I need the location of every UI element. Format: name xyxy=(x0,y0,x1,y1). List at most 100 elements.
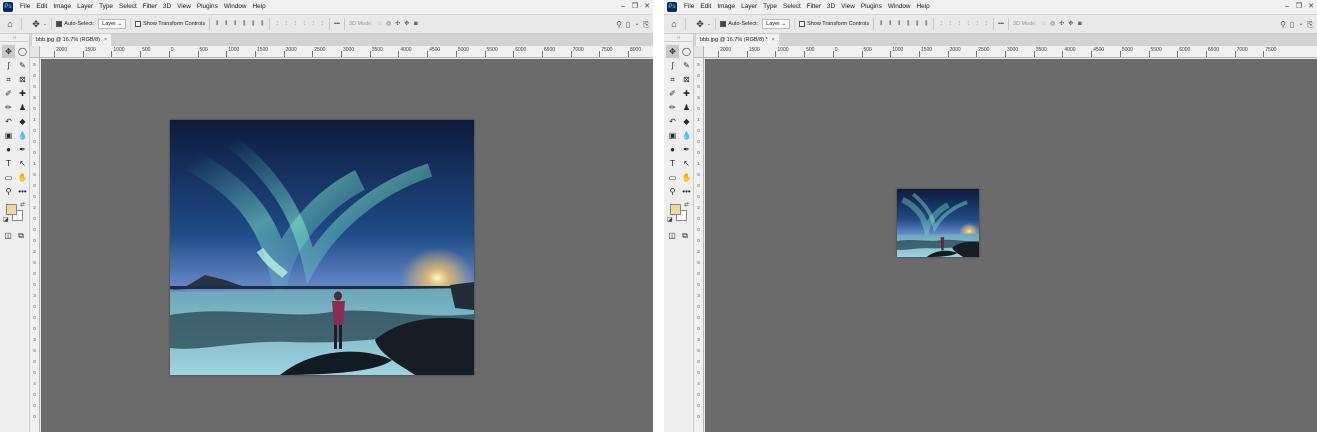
magic-wand-tool-icon[interactable]: ✎ xyxy=(16,59,29,72)
vertical-ruler[interactable]: 5 0 0 5 0 1 0 0 0 1 5 0 0 2 0 0 0 2 5 0 0 3 0 0 0 3 5 0 0 4 0 0 0 xyxy=(694,58,704,432)
menu-type[interactable]: Type xyxy=(760,0,780,14)
3d-roll-icon[interactable]: ◎ xyxy=(1050,21,1056,28)
menu-type[interactable]: Type xyxy=(96,0,116,14)
blur-tool-icon[interactable]: 💧 xyxy=(16,129,29,142)
menu-view[interactable]: View xyxy=(174,0,194,14)
path-selection-tool-icon[interactable]: ↖ xyxy=(680,157,693,170)
auto-select-checkbox[interactable] xyxy=(56,21,63,27)
ruler-origin[interactable] xyxy=(30,46,40,58)
auto-select-target-dropdown[interactable]: Layer ⌄ xyxy=(762,19,791,29)
menu-3d[interactable]: 3D xyxy=(824,0,838,14)
clone-stamp-tool-icon[interactable]: ♟ xyxy=(16,101,29,114)
vertical-ruler[interactable]: 5 0 0 5 0 1 0 0 0 1 5 0 0 2 0 0 0 2 5 0 0 3 0 0 0 3 5 0 0 4 0 0 0 xyxy=(30,58,40,432)
lasso-tool-icon[interactable]: ʃ xyxy=(2,59,15,72)
chevron-down-icon[interactable]: ⌄ xyxy=(43,21,47,27)
foreground-color-swatch[interactable] xyxy=(6,204,17,215)
blur-tool-icon[interactable]: 💧 xyxy=(680,129,693,142)
distribute-bottom-icon[interactable]: ⫶ xyxy=(292,21,298,28)
close-button[interactable]: ✕ xyxy=(1305,0,1317,14)
3d-pan-icon[interactable]: ✣ xyxy=(395,21,401,28)
quick-mask-icon[interactable]: ◫ xyxy=(667,229,677,242)
show-transform-checkbox[interactable] xyxy=(135,21,142,27)
distribute-right-icon[interactable]: ⫶ xyxy=(319,21,325,28)
restore-button[interactable]: ❐ xyxy=(629,0,641,14)
menu-layer[interactable]: Layer xyxy=(738,0,760,14)
history-brush-tool-icon[interactable]: ↶ xyxy=(2,115,15,128)
menu-3d[interactable]: 3D xyxy=(160,0,174,14)
menu-view[interactable]: View xyxy=(838,0,858,14)
eyedropper-tool-icon[interactable]: ✐ xyxy=(2,87,15,100)
menu-help[interactable]: Help xyxy=(914,0,933,14)
menu-filter[interactable]: Filter xyxy=(140,0,160,14)
rectangle-tool-icon[interactable]: ▭ xyxy=(666,171,679,184)
gradient-tool-icon[interactable]: ▣ xyxy=(666,129,679,142)
menu-plugins[interactable]: Plugins xyxy=(858,0,885,14)
distribute-center-icon[interactable]: ⫶ xyxy=(310,21,316,28)
zoom-tool-icon[interactable]: ⚲ xyxy=(2,185,15,198)
eraser-tool-icon[interactable]: ◆ xyxy=(16,115,29,128)
align-middle-icon[interactable]: ⫼ xyxy=(914,21,920,28)
3d-orbit-icon[interactable]: ◌ xyxy=(1041,21,1047,28)
default-colors-icon[interactable]: ◪ xyxy=(667,216,673,223)
close-tab-icon[interactable]: × xyxy=(772,34,775,46)
dodge-tool-icon[interactable]: ● xyxy=(2,143,15,156)
home-icon[interactable]: ⌂ xyxy=(3,17,17,31)
home-icon[interactable]: ⌂ xyxy=(667,17,681,31)
dodge-tool-icon[interactable]: ● xyxy=(666,143,679,156)
align-center-icon[interactable]: ⫴ xyxy=(887,21,893,28)
restore-button[interactable]: ❐ xyxy=(1293,0,1305,14)
aurora-photo-thumbnail[interactable] xyxy=(897,189,979,257)
distribute-right-icon[interactable]: ⫶ xyxy=(983,21,989,28)
align-bottom-icon[interactable]: ⫼ xyxy=(259,21,265,28)
brush-tool-icon[interactable]: ✏ xyxy=(2,101,15,114)
move-tool-preset-icon[interactable]: ✥ xyxy=(693,17,707,31)
workspace-icon[interactable]: ▯ xyxy=(625,20,631,28)
zoom-tool-icon[interactable]: ⚲ xyxy=(666,185,679,198)
eraser-tool-icon[interactable]: ◆ xyxy=(680,115,693,128)
hand-tool-icon[interactable]: ✋ xyxy=(16,171,29,184)
brush-tool-icon[interactable]: ✏ xyxy=(666,101,679,114)
align-top-icon[interactable]: ⫼ xyxy=(905,21,911,28)
share-icon[interactable]: ⎘ xyxy=(643,20,649,28)
menu-image[interactable]: Image xyxy=(50,0,74,14)
more-options-button[interactable]: ••• xyxy=(998,21,1004,27)
minimize-button[interactable]: – xyxy=(617,0,629,14)
screen-mode-icon[interactable]: ⧉ xyxy=(680,229,690,242)
screen-mode-icon[interactable]: ⧉ xyxy=(16,229,26,242)
type-tool-icon[interactable]: T xyxy=(666,157,679,170)
pen-tool-icon[interactable]: ✒ xyxy=(16,143,29,156)
distribute-middle-icon[interactable]: ⫶ xyxy=(283,21,289,28)
3d-orbit-icon[interactable]: ◌ xyxy=(377,21,383,28)
align-right-icon[interactable]: ⫴ xyxy=(232,21,238,28)
move-tool-icon[interactable]: ✥ xyxy=(666,45,679,58)
distribute-top-icon[interactable]: ⫶ xyxy=(274,21,280,28)
distribute-bottom-icon[interactable]: ⫶ xyxy=(956,21,962,28)
horizontal-ruler[interactable]: 2000 1500 1000 500 0 500 1000 1500 2000 2500 3000 3… xyxy=(40,46,653,58)
elliptical-marquee-tool-icon[interactable]: ◯ xyxy=(16,45,29,58)
distribute-top-icon[interactable]: ⫶ xyxy=(938,21,944,28)
frame-tool-icon[interactable]: ⊠ xyxy=(680,73,693,86)
3d-slide-icon[interactable]: ✥ xyxy=(404,21,410,28)
hand-tool-icon[interactable]: ✋ xyxy=(680,171,693,184)
ruler-origin[interactable] xyxy=(694,46,704,58)
distribute-center-icon[interactable]: ⫶ xyxy=(974,21,980,28)
frame-tool-icon[interactable]: ⊠ xyxy=(16,73,29,86)
menu-edit[interactable]: Edit xyxy=(697,0,714,14)
menu-select[interactable]: Select xyxy=(780,0,804,14)
menu-file[interactable]: File xyxy=(17,0,33,14)
align-bottom-icon[interactable]: ⫼ xyxy=(923,21,929,28)
document-tab[interactable]: bbb.jpg @ 16.7% (RGB/8) × xyxy=(32,34,112,46)
elliptical-marquee-tool-icon[interactable]: ◯ xyxy=(680,45,693,58)
align-center-icon[interactable]: ⫴ xyxy=(223,21,229,28)
3d-scale-icon[interactable]: ◙ xyxy=(413,21,419,28)
workspace-icon[interactable]: ▯ xyxy=(1289,20,1295,28)
close-tab-icon[interactable]: × xyxy=(104,34,107,46)
menu-image[interactable]: Image xyxy=(714,0,738,14)
chevron-down-icon[interactable]: ⌄ xyxy=(1298,21,1304,28)
align-middle-icon[interactable]: ⫼ xyxy=(250,21,256,28)
3d-scale-icon[interactable]: ◙ xyxy=(1077,21,1083,28)
menu-plugins[interactable]: Plugins xyxy=(194,0,221,14)
align-top-icon[interactable]: ⫼ xyxy=(241,21,247,28)
align-right-icon[interactable]: ⫴ xyxy=(896,21,902,28)
distribute-left-icon[interactable]: ⫶ xyxy=(965,21,971,28)
